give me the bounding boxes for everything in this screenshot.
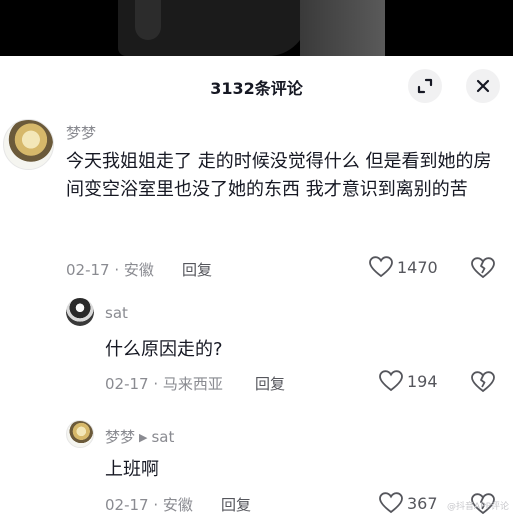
reply-to-user[interactable]: sat xyxy=(151,428,174,446)
comment-location: 安徽 xyxy=(162,496,193,514)
reply-button[interactable]: 回复 xyxy=(221,494,251,514)
meta-separator: · xyxy=(148,496,163,514)
avatar[interactable] xyxy=(66,420,94,448)
heart-icon xyxy=(379,492,403,514)
video-preview[interactable] xyxy=(0,0,513,56)
comment-meta: 02-17 · 安徽 xyxy=(105,494,193,514)
reply-arrow-icon: ▶ xyxy=(139,431,148,444)
video-background-wall xyxy=(300,0,385,56)
watermark: @抖音APP评论 xyxy=(446,502,509,512)
comment-text: 上班啊 xyxy=(105,459,159,480)
comments-sheet: 3132条评论 梦梦 今天我姐姐走了 走的时候没觉得什么 但是看到她的房间变空浴… xyxy=(0,56,513,514)
video-figure-detail xyxy=(135,0,161,40)
like-button[interactable]: 367 xyxy=(379,492,438,514)
comment-author[interactable]: 梦梦 ▶ sat xyxy=(105,426,174,447)
comment-date: 02-17 xyxy=(105,496,149,514)
like-count: 367 xyxy=(407,493,438,513)
reply-item: 梦梦 ▶ sat 上班啊 02-17 · 安徽 回复 367 xyxy=(0,56,513,514)
